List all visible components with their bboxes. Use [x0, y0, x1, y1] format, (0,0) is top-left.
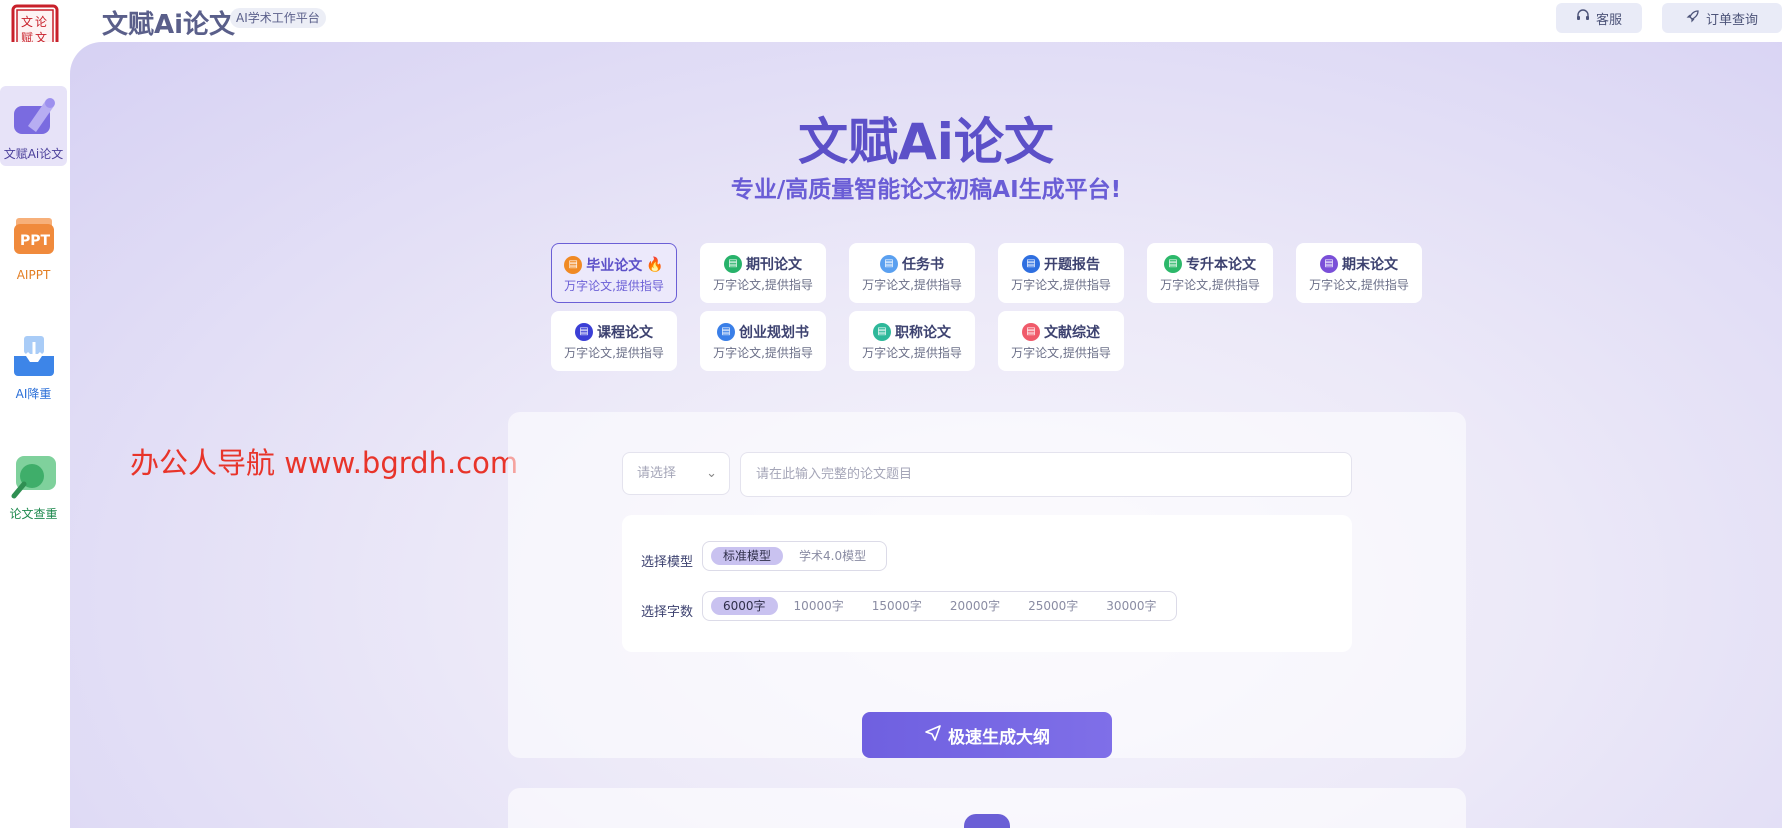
paper-type-desc: 万字论文,提供指导: [862, 346, 962, 360]
list-icon: ▤: [1022, 323, 1040, 341]
hot-flame-icon: 🔥: [646, 257, 664, 273]
paper-type-name: 任务书: [902, 257, 944, 273]
generation-form-panel: 请选择 ⌄ 请在此输入完整的论文题目 选择模型 标准模型 学术4.0模型 选择字…: [508, 412, 1466, 758]
svg-text:PPT: PPT: [20, 233, 51, 249]
paper-type-name: 课程论文: [597, 325, 653, 341]
paper-type-name: 创业规划书: [739, 325, 809, 341]
word-count-label: 选择字数: [641, 605, 694, 620]
paper-type-card-journal[interactable]: ▤ 期刊论文 万字论文,提供指导: [700, 243, 826, 303]
paper-type-name: 期刊论文: [746, 257, 802, 273]
word-option-10000[interactable]: 10000字: [782, 597, 856, 615]
order-query-label: 订单查询: [1705, 12, 1758, 28]
paper-type-desc: 万字论文,提供指导: [713, 278, 813, 292]
paper-type-card-professional[interactable]: ▤ 职称论文 万字论文,提供指导: [849, 311, 975, 371]
sidebar-item-plagiarism-check[interactable]: 论文查重: [0, 446, 67, 526]
paper-type-desc: 万字论文,提供指导: [564, 279, 664, 293]
customer-service-label: 客服: [1595, 12, 1622, 28]
generate-outline-button[interactable]: 极速生成大纲: [862, 712, 1112, 758]
order-query-button[interactable]: 订单查询: [1662, 3, 1782, 33]
document-icon: ▤: [1320, 255, 1338, 273]
sidebar-item-label: AI降重: [15, 387, 52, 401]
paper-type-desc: 万字论文,提供指导: [564, 346, 664, 360]
paper-type-name: 毕业论文: [586, 258, 643, 274]
app-tag: AI学术工作平台: [230, 8, 326, 28]
sidebar: 文赋Ai论文 PPT AIPPT AI降重 论文查重: [0, 42, 70, 828]
copy-icon: ▤: [717, 323, 735, 341]
paper-type-name: 职称论文: [895, 325, 951, 341]
word-count-selector: 6000字 10000字 15000字 20000字 25000字 30000字: [702, 591, 1178, 621]
options-box: 选择模型 标准模型 学术4.0模型 选择字数 6000字 10000字 1500…: [622, 515, 1352, 652]
svg-text:论: 论: [35, 15, 47, 29]
paper-type-card-final[interactable]: ▤ 期末论文 万字论文,提供指导: [1296, 243, 1422, 303]
model-option-academic[interactable]: 学术4.0模型: [787, 547, 878, 565]
paper-type-card-upgrade[interactable]: ▤ 专升本论文 万字论文,提供指导: [1147, 243, 1273, 303]
paper-type-desc: 万字论文,提供指导: [862, 278, 962, 292]
paper-type-name: 开题报告: [1044, 257, 1100, 273]
paper-type-name: 期末论文: [1342, 257, 1398, 273]
sidebar-item-label: AIPPT: [16, 268, 51, 282]
paper-type-desc: 万字论文,提供指导: [713, 346, 813, 360]
paper-type-card-graduation[interactable]: ▤ 毕业论文 🔥 万字论文,提供指导: [551, 243, 677, 303]
paper-type-desc: 万字论文,提供指导: [1309, 278, 1409, 292]
word-option-15000[interactable]: 15000字: [860, 597, 934, 615]
paper-type-desc: 万字论文,提供指导: [1011, 278, 1111, 292]
model-selector: 标准模型 学术4.0模型: [702, 541, 888, 571]
sidebar-item-label: 文赋Ai论文: [3, 147, 64, 161]
svg-text:文: 文: [21, 14, 33, 29]
document-icon: ▤: [575, 323, 593, 341]
hero-subtitle: 专业/高质量智能论文初稿AI生成平台!: [730, 177, 1122, 203]
model-label: 选择模型: [641, 555, 694, 570]
paper-type-name: 专升本论文: [1186, 257, 1256, 273]
book-icon: ▤: [1164, 255, 1182, 273]
select-placeholder: 请选择: [637, 466, 677, 481]
main-area: 文赋Ai论文 专业/高质量智能论文初稿AI生成平台! ▤ 毕业论文 🔥 万字论文,提…: [70, 42, 1782, 828]
sidebar-item-ai-rewrite[interactable]: AI降重: [0, 326, 67, 406]
report-icon: ▤: [1022, 255, 1040, 273]
paper-type-card-course[interactable]: ▤ 课程论文 万字论文,提供指导: [551, 311, 677, 371]
hero-title: 文赋Ai论文: [798, 113, 1054, 171]
paper-title-input[interactable]: 请在此输入完整的论文题目: [740, 452, 1352, 497]
paper-type-select[interactable]: 请选择 ⌄: [622, 452, 730, 495]
paper-type-card-assignment[interactable]: ▤ 任务书 万字论文,提供指导: [849, 243, 975, 303]
sidebar-item-aippt[interactable]: PPT AIPPT: [0, 206, 67, 286]
top-header: 文 论 赋 文 文赋Ai论文 AI学术工作平台 客服 订单查询: [0, 0, 1782, 58]
word-option-6000[interactable]: 6000字: [711, 597, 778, 615]
panel-icon: [964, 814, 1010, 828]
paper-type-desc: 万字论文,提供指导: [1160, 278, 1260, 292]
document-icon: ▤: [880, 255, 898, 273]
sidebar-item-ai-paper[interactable]: 文赋Ai论文: [0, 86, 67, 166]
word-option-25000[interactable]: 25000字: [1016, 597, 1090, 615]
paper-type-card-business-plan[interactable]: ▤ 创业规划书 万字论文,提供指导: [700, 311, 826, 371]
paper-type-card-literature-review[interactable]: ▤ 文献综述 万字论文,提供指导: [998, 311, 1124, 371]
send-icon: [924, 724, 942, 747]
headset-icon: [1576, 9, 1590, 27]
document-icon: ▤: [564, 256, 583, 274]
watermark-text: 办公人导航 www.bgrdh.com: [130, 446, 519, 480]
document-icon: ▤: [873, 323, 891, 341]
chevron-down-icon: ⌄: [706, 466, 717, 481]
download-tray-icon: [10, 332, 58, 380]
sidebar-item-label: 论文查重: [9, 507, 58, 521]
word-option-30000[interactable]: 30000字: [1094, 597, 1168, 615]
customer-service-button[interactable]: 客服: [1556, 3, 1642, 33]
generate-outline-label: 极速生成大纲: [948, 727, 1050, 748]
bottom-panel: [508, 788, 1466, 828]
word-option-20000[interactable]: 20000字: [938, 597, 1012, 615]
ppt-icon: PPT: [10, 212, 58, 260]
pen-icon: [10, 92, 58, 140]
document-icon: ▤: [724, 255, 742, 273]
paper-type-card-proposal[interactable]: ▤ 开题报告 万字论文,提供指导: [998, 243, 1124, 303]
paper-type-desc: 万字论文,提供指导: [1011, 346, 1111, 360]
app-title: 文赋Ai论文: [102, 10, 236, 40]
model-option-standard[interactable]: 标准模型: [711, 547, 784, 565]
rocket-icon: [1686, 9, 1700, 27]
paper-type-name: 文献综述: [1044, 325, 1100, 341]
magnifier-icon: [10, 452, 58, 500]
